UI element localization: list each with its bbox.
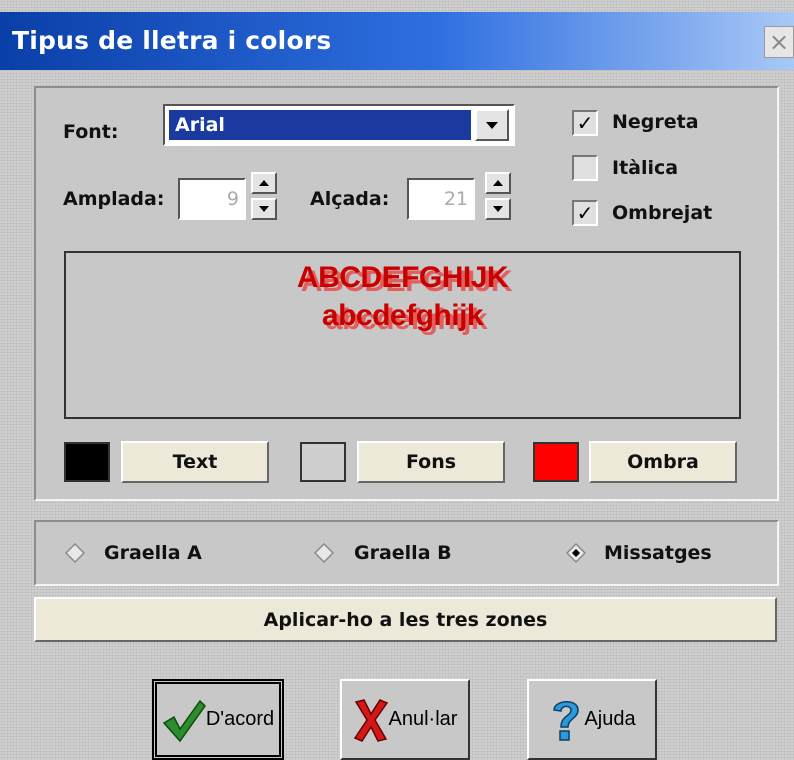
check-icon: [162, 699, 206, 742]
arrow-down-icon: [493, 206, 503, 212]
width-spin-up[interactable]: [251, 172, 277, 194]
graella-a-label: Graella A: [104, 542, 202, 564]
height-spin-up[interactable]: [485, 172, 511, 194]
chevron-down-icon: [486, 122, 498, 129]
font-preview: ABCDEFGHIJK abcdefghijk: [64, 251, 741, 419]
preview-uppercase: ABCDEFGHIJK: [296, 261, 509, 294]
text-color-button[interactable]: Text: [121, 441, 269, 483]
graella-b-label: Graella B: [354, 542, 452, 564]
ok-label: D'acord: [205, 708, 275, 730]
radio-graella-a[interactable]: [65, 543, 85, 563]
cancel-button[interactable]: Anul·lar: [340, 679, 470, 760]
bold-label: Negreta: [612, 111, 699, 133]
radio-missatges[interactable]: [566, 543, 586, 563]
shadow-color-swatch[interactable]: [533, 442, 579, 482]
text-color-swatch[interactable]: [64, 442, 110, 482]
shadow-checkbox[interactable]: ✓: [572, 200, 598, 226]
dialog-window: Tipus de lletra i colors × Font: Arial A…: [0, 0, 794, 760]
preview-lowercase: abcdefghijk: [321, 299, 484, 332]
height-input[interactable]: 21: [407, 178, 475, 220]
ok-button[interactable]: D'acord: [152, 679, 284, 760]
help-button[interactable]: Ajuda: [527, 679, 657, 760]
dropdown-arrow-icon[interactable]: [475, 109, 509, 141]
help-label: Ajuda: [584, 708, 636, 730]
height-label: Alçada:: [310, 188, 390, 210]
width-label: Amplada:: [63, 188, 165, 210]
width-input[interactable]: 9: [178, 178, 246, 220]
arrow-up-icon: [493, 180, 503, 186]
width-spin-down[interactable]: [251, 198, 277, 220]
window-title: Tipus de lletra i colors: [12, 26, 332, 55]
question-icon: [553, 700, 580, 741]
arrow-up-icon: [259, 180, 269, 186]
italic-checkbox[interactable]: [572, 155, 598, 181]
apply-all-zones-button[interactable]: Aplicar-ho a les tres zones: [34, 597, 777, 642]
missatges-label: Missatges: [604, 542, 712, 564]
background-color-swatch[interactable]: [300, 442, 346, 482]
bold-checkbox[interactable]: ✓: [572, 110, 598, 136]
shadow-color-button[interactable]: Ombra: [589, 441, 737, 483]
arrow-down-icon: [259, 206, 269, 212]
title-bar[interactable]: Tipus de lletra i colors ×: [0, 12, 794, 70]
height-spin-down[interactable]: [485, 198, 511, 220]
radio-graella-b[interactable]: [314, 543, 334, 563]
close-button[interactable]: ×: [764, 26, 794, 58]
font-select-value: Arial: [169, 110, 471, 140]
x-icon: [353, 698, 388, 742]
shadow-label: Ombrejat: [612, 202, 713, 224]
background-color-button[interactable]: Fons: [357, 441, 505, 483]
italic-label: Itàlica: [612, 157, 679, 179]
cancel-label: Anul·lar: [388, 708, 458, 730]
font-label: Font:: [63, 121, 119, 143]
font-select[interactable]: Arial: [163, 104, 515, 146]
